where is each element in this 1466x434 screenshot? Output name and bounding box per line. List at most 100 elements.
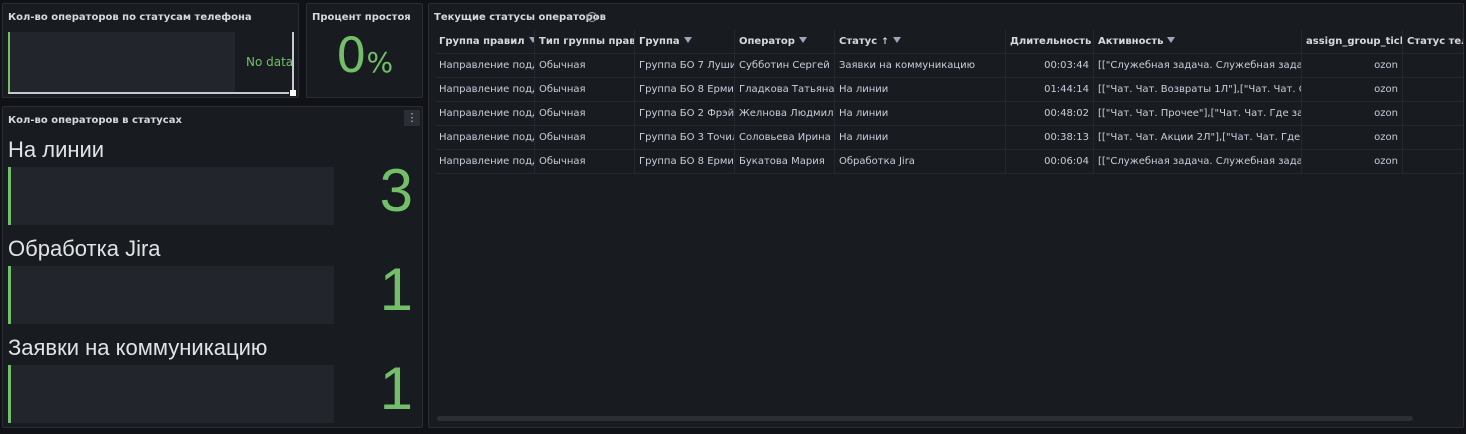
column-header-label: Группа правил <box>439 36 525 47</box>
idle-percent-value: 0% <box>336 32 393 80</box>
status-label: На линии <box>8 137 105 162</box>
table-cell: Группа БО 3 Точилог <box>635 126 735 150</box>
panel-title: Кол-во операторов в статусах <box>8 115 182 126</box>
table-cell: Направление подде <box>435 54 535 78</box>
horizontal-scrollbar[interactable] <box>8 92 289 94</box>
table-cell: [["Чат. Чат. Акции 2Л"],["Чат. Чат. Где … <box>1094 126 1302 150</box>
table-cell: Обычная <box>535 54 635 78</box>
current-statuses-panel: Текущие статусы операторов i Группа прав… <box>428 3 1464 428</box>
table-cell: Направление подде <box>435 126 535 150</box>
table-cell: [["Служебная задача. Служебная задача КС <box>1094 150 1302 174</box>
column-header-label: Длительность <box>1010 36 1092 47</box>
table-cell <box>1403 102 1463 126</box>
status-count: 3 <box>379 157 413 224</box>
operators-in-status-panel: Кол-во операторов в статусах ⋮ На линии … <box>2 106 423 428</box>
operators-table: Группа правил Тип группы прав Группа Опе… <box>435 30 1463 174</box>
column-header-label: Активность <box>1098 36 1164 47</box>
table-row[interactable]: Направление подде Обычная Группа БО 3 То… <box>435 126 1463 150</box>
column-header-label: Статус теле <box>1407 36 1463 47</box>
table-cell: 00:48:02 <box>1006 102 1094 126</box>
table-cell <box>1403 126 1463 150</box>
status-label: Заявки на коммуникацию <box>8 335 268 360</box>
table-cell <box>1403 78 1463 102</box>
sort-ascending-icon[interactable]: ↑ <box>881 30 889 54</box>
phone-status-panel: Кол-во операторов по статусам телефона N… <box>2 3 299 98</box>
percent-unit: % <box>366 46 394 79</box>
table-cell: Гладкова Татьяна <box>735 78 835 102</box>
panel-title: Процент простоя <box>312 12 411 23</box>
column-header-phone-status[interactable]: Статус теле <box>1403 30 1463 54</box>
column-header-group-type[interactable]: Тип группы прав <box>535 30 635 54</box>
table-cell: [["Служебная задача. Служебная задача КС <box>1094 54 1302 78</box>
column-header-group[interactable]: Группа <box>635 30 735 54</box>
kebab-menu-icon[interactable]: ⋮ <box>404 110 420 126</box>
table-cell: Направление подде <box>435 150 535 174</box>
table-cell: Обычная <box>535 102 635 126</box>
table-cell: [["Чат. Чат. Прочее"],["Чат. Чат. Где за… <box>1094 102 1302 126</box>
table-cell: 00:06:04 <box>1006 150 1094 174</box>
status-label: Обработка Jira <box>8 236 161 261</box>
table-row[interactable]: Направление подде Обычная Группа БО 7 Лу… <box>435 54 1463 78</box>
table-cell: ozon <box>1302 78 1403 102</box>
panel-title: Кол-во операторов по статусам телефона <box>8 12 252 23</box>
table-cell: Субботин Сергей <box>735 54 835 78</box>
table-cell: Обычная <box>535 126 635 150</box>
table-cell: На линии <box>835 126 1006 150</box>
info-icon[interactable]: i <box>587 12 597 22</box>
table-cell: Обычная <box>535 150 635 174</box>
table-cell: Желнова Людмила <box>735 102 835 126</box>
column-header-label: assign_group_ticl <box>1306 36 1403 47</box>
table-cell <box>1403 54 1463 78</box>
table-cell: ozon <box>1302 126 1403 150</box>
horizontal-scrollbar[interactable] <box>437 416 1413 421</box>
table-cell: Группа БО 2 Фрэйс Н <box>635 102 735 126</box>
table-cell: На линии <box>835 78 1006 102</box>
table-cell: 00:38:13 <box>1006 126 1094 150</box>
filter-icon[interactable] <box>683 37 692 43</box>
percent-number: 0 <box>336 28 367 84</box>
column-header-assign-group[interactable]: assign_group_ticl <box>1302 30 1403 54</box>
filter-icon[interactable] <box>798 37 807 43</box>
table-cell: Группа БО 7 Лушина <box>635 54 735 78</box>
no-data-label: No data <box>246 55 294 69</box>
status-stat-row: Обработка Jira 1 <box>8 236 418 324</box>
table-cell: 00:03:44 <box>1006 54 1094 78</box>
table-cell: Заявки на коммуникацию <box>835 54 1006 78</box>
table-cell: ozon <box>1302 54 1403 78</box>
table-cell: Обычная <box>535 78 635 102</box>
table-cell: Группа БО 8 Ермило <box>635 78 735 102</box>
table-row[interactable]: Направление подде Обычная Группа БО 2 Фр… <box>435 102 1463 126</box>
chart-area <box>8 32 235 92</box>
column-header-rule-group[interactable]: Группа правил <box>435 30 535 54</box>
table-cell: [["Чат. Чат. Возвраты 1Л"],["Чат. Чат. С… <box>1094 78 1302 102</box>
status-stat-row: На линии 3 <box>8 137 418 225</box>
table-cell: Обработка Jira <box>835 150 1006 174</box>
column-header-operator[interactable]: Оператор <box>735 30 835 54</box>
table-cell: 01:44:14 <box>1006 78 1094 102</box>
filter-icon[interactable] <box>1167 37 1176 43</box>
resize-corner[interactable] <box>290 90 296 96</box>
column-header-label: Группа <box>639 36 680 47</box>
table-cell: ozon <box>1302 102 1403 126</box>
column-header-label: Статус <box>839 36 878 47</box>
column-header-label: Оператор <box>739 36 795 47</box>
column-header-duration[interactable]: Длительность <box>1006 30 1094 54</box>
column-header-activity[interactable]: Активность <box>1094 30 1302 54</box>
table-cell: Соловьева Ирина <box>735 126 835 150</box>
table-cell <box>1403 150 1463 174</box>
table-cell: На линии <box>835 102 1006 126</box>
status-stat-row: Заявки на коммуникацию 1 <box>8 335 418 423</box>
table-cell: Направление подде <box>435 78 535 102</box>
table-row[interactable]: Направление подде Обычная Группа БО 8 Ер… <box>435 150 1463 174</box>
vertical-scrollbar[interactable] <box>292 32 294 92</box>
table-cell: ozon <box>1302 150 1403 174</box>
table-cell: Группа БО 8 Ермило <box>635 150 735 174</box>
table-row[interactable]: Направление подде Обычная Группа БО 8 Ер… <box>435 78 1463 102</box>
column-header-label: Тип группы прав <box>539 36 635 47</box>
status-count: 1 <box>379 256 413 323</box>
column-header-status[interactable]: Статус ↑ <box>835 30 1006 54</box>
status-bar <box>8 365 334 423</box>
status-count: 1 <box>379 355 413 422</box>
filter-icon[interactable] <box>892 37 901 43</box>
panel-title: Текущие статусы операторов <box>434 12 606 23</box>
